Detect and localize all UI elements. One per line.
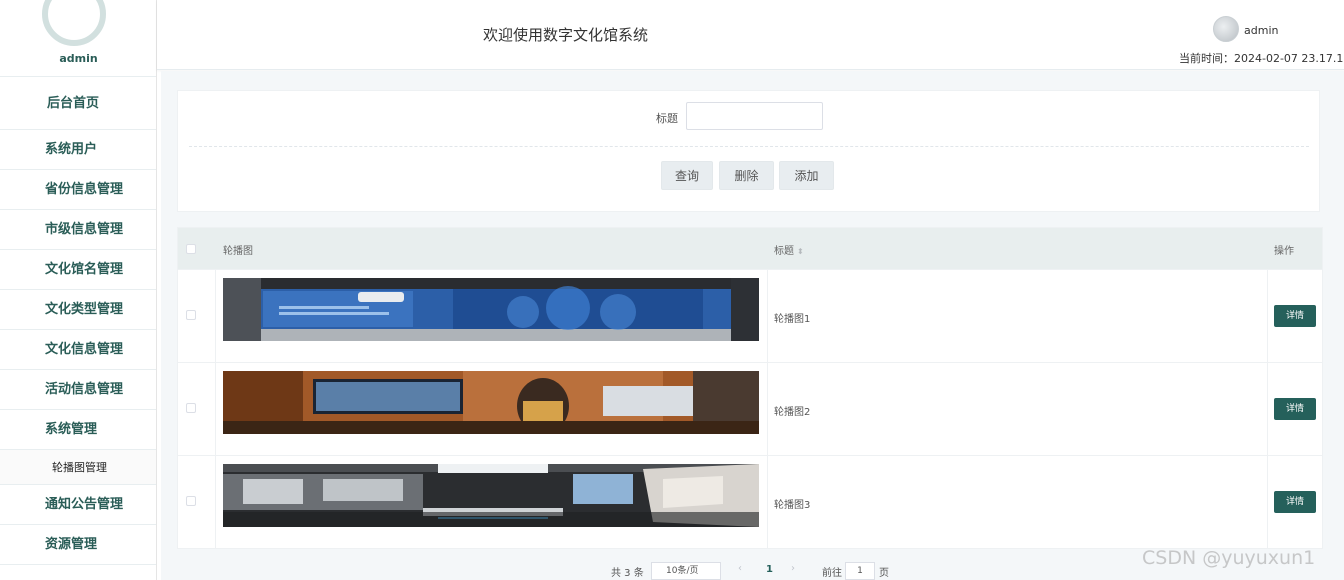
- sidebar-item-system-users[interactable]: 系统用户: [0, 130, 156, 170]
- column-header-title[interactable]: 标题 ⬍: [774, 242, 804, 257]
- carousel-image-3: [223, 464, 759, 527]
- row-checkbox[interactable]: [186, 403, 196, 413]
- page-title: 欢迎使用数字文化馆系统: [483, 26, 649, 44]
- select-all-checkbox[interactable]: [186, 244, 196, 254]
- prev-page-button[interactable]: ‹: [738, 563, 742, 574]
- title-cell: 轮播图3: [768, 456, 1268, 548]
- main-content: 标题 查询 删除 添加 轮播图 标题 ⬍ 操作 轮播图1 详情 轮播图2 详情 …: [161, 71, 1344, 580]
- current-time: 当前时间：2024-02-07 23.17.19: [1179, 52, 1344, 65]
- title-cell: 轮播图1: [768, 270, 1268, 362]
- row-checkbox[interactable]: [186, 310, 196, 320]
- title-search-label: 标题: [656, 112, 678, 125]
- row-checkbox-cell: [178, 270, 216, 362]
- goto-page-input[interactable]: 1: [845, 562, 875, 580]
- carousel-image-1: [223, 278, 759, 341]
- sidebar-item-culture-type[interactable]: 文化类型管理: [0, 290, 156, 330]
- row-checkbox-cell: [178, 363, 216, 455]
- sidebar-profile: admin: [0, 0, 156, 77]
- top-header: 欢迎使用数字文化馆系统 admin 当前时间：2024-02-07 23.17.…: [157, 0, 1344, 70]
- carousel-image: [223, 278, 759, 341]
- carousel-image-cell: [216, 270, 768, 362]
- carousel-image: [223, 464, 759, 527]
- detail-button[interactable]: 详情: [1274, 305, 1316, 327]
- column-header-actions: 操作: [1274, 246, 1294, 257]
- table-row: 轮播图3 详情: [178, 455, 1322, 548]
- sidebar-item-city[interactable]: 市级信息管理: [0, 210, 156, 250]
- sidebar-item-notice[interactable]: 通知公告管理: [0, 485, 156, 525]
- query-button[interactable]: 查询: [661, 161, 713, 190]
- sidebar-item-system-manage[interactable]: 系统管理: [0, 410, 156, 450]
- sort-icon[interactable]: ⬍: [797, 247, 804, 256]
- carousel-image-2: [223, 371, 759, 434]
- row-checkbox-cell: [178, 456, 216, 548]
- next-page-button[interactable]: ›: [791, 563, 795, 574]
- sidebar-username: admin: [59, 52, 98, 65]
- table-row: 轮播图2 详情: [178, 362, 1322, 455]
- avatar[interactable]: [42, 0, 106, 46]
- detail-button[interactable]: 详情: [1274, 398, 1316, 420]
- pagination-total: 共 3 条: [611, 568, 644, 579]
- search-panel: 标题 查询 删除 添加: [177, 90, 1320, 212]
- sidebar-item-resource[interactable]: 资源管理: [0, 525, 156, 565]
- title-cell: 轮播图2: [768, 363, 1268, 455]
- sidebar: admin 后台首页 系统用户 省份信息管理 市级信息管理 文化馆名管理 文化类…: [0, 0, 157, 580]
- carousel-image-cell: [216, 456, 768, 548]
- table-header: 轮播图 标题 ⬍ 操作: [178, 228, 1322, 269]
- header-username[interactable]: admin: [1244, 24, 1278, 37]
- user-avatar[interactable]: [1213, 16, 1239, 42]
- delete-button[interactable]: 删除: [719, 161, 774, 190]
- column-header-title-label: 标题: [774, 246, 794, 257]
- row-title: 轮播图3: [774, 500, 811, 511]
- sidebar-item-culture-info[interactable]: 文化信息管理: [0, 330, 156, 370]
- sidebar-item-activity-info[interactable]: 活动信息管理: [0, 370, 156, 410]
- carousel-image: [223, 371, 759, 434]
- column-header-image: 轮播图: [223, 246, 253, 257]
- detail-button[interactable]: 详情: [1274, 491, 1316, 513]
- sidebar-menu: 后台首页 系统用户 省份信息管理 市级信息管理 文化馆名管理 文化类型管理 文化…: [0, 77, 156, 565]
- sidebar-item-home[interactable]: 后台首页: [0, 77, 156, 130]
- add-button[interactable]: 添加: [779, 161, 834, 190]
- row-title: 轮播图1: [774, 314, 811, 325]
- divider: [189, 146, 1309, 147]
- row-checkbox[interactable]: [186, 496, 196, 506]
- watermark: CSDN @yuyuxun1: [1142, 547, 1316, 569]
- title-search-input[interactable]: [686, 102, 823, 130]
- page-unit-label: 页: [879, 568, 889, 579]
- carousel-table: 轮播图 标题 ⬍ 操作 轮播图1 详情 轮播图2 详情 轮播图3 详情: [177, 227, 1323, 549]
- sidebar-item-cultural-center[interactable]: 文化馆名管理: [0, 250, 156, 290]
- row-title: 轮播图2: [774, 407, 811, 418]
- sidebar-item-carousel[interactable]: 轮播图管理: [0, 450, 156, 485]
- table-row: 轮播图1 详情: [178, 269, 1322, 362]
- carousel-image-cell: [216, 363, 768, 455]
- goto-label: 前往: [822, 568, 842, 579]
- sidebar-item-province[interactable]: 省份信息管理: [0, 170, 156, 210]
- page-number-current[interactable]: 1: [766, 564, 773, 575]
- page-size-select[interactable]: 10条/页: [651, 562, 721, 580]
